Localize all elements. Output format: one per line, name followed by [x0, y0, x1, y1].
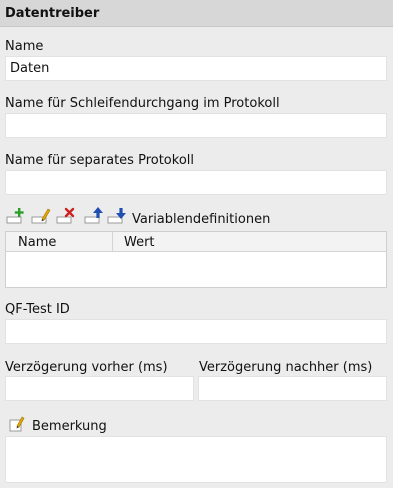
move-down-icon — [107, 208, 126, 224]
qftest-id-label: QF-Test ID — [5, 302, 70, 317]
table-header: Name Wert — [6, 232, 386, 252]
panel-title: Datentreiber — [5, 6, 100, 21]
move-down-button[interactable] — [107, 205, 129, 225]
add-icon — [6, 208, 24, 224]
separate-log-label: Name für separates Protokoll — [5, 153, 194, 168]
comment-edit-icon[interactable] — [9, 415, 25, 433]
edit-variable-button[interactable] — [31, 205, 53, 225]
move-up-icon — [84, 207, 103, 224]
column-header-value[interactable]: Wert — [124, 235, 155, 250]
comment-field[interactable] — [5, 436, 387, 483]
column-divider[interactable] — [112, 232, 113, 252]
variables-label: Variablendefinitionen — [132, 212, 271, 227]
column-header-name[interactable]: Name — [18, 235, 56, 250]
pencil-icon — [9, 416, 25, 432]
add-variable-button[interactable] — [6, 205, 28, 225]
variables-table[interactable]: Name Wert — [5, 231, 387, 288]
panel-header: Datentreiber — [0, 0, 393, 27]
delay-after-field[interactable] — [198, 376, 387, 401]
delete-variable-button[interactable] — [56, 205, 78, 225]
loop-name-label: Name für Schleifendurchgang im Protokoll — [5, 96, 280, 111]
delay-before-field[interactable] — [5, 376, 194, 401]
delay-after-label: Verzögerung nachher (ms) — [199, 360, 373, 375]
separate-log-field[interactable] — [5, 170, 387, 195]
qftest-id-field[interactable] — [5, 319, 387, 344]
name-field[interactable] — [5, 56, 387, 81]
name-label: Name — [5, 39, 44, 54]
delete-icon — [56, 207, 75, 224]
move-up-button[interactable] — [84, 205, 106, 225]
comment-label: Bemerkung — [32, 419, 107, 434]
loop-name-field[interactable] — [5, 113, 387, 138]
edit-icon — [31, 208, 51, 224]
delay-before-label: Verzögerung vorher (ms) — [5, 360, 168, 375]
